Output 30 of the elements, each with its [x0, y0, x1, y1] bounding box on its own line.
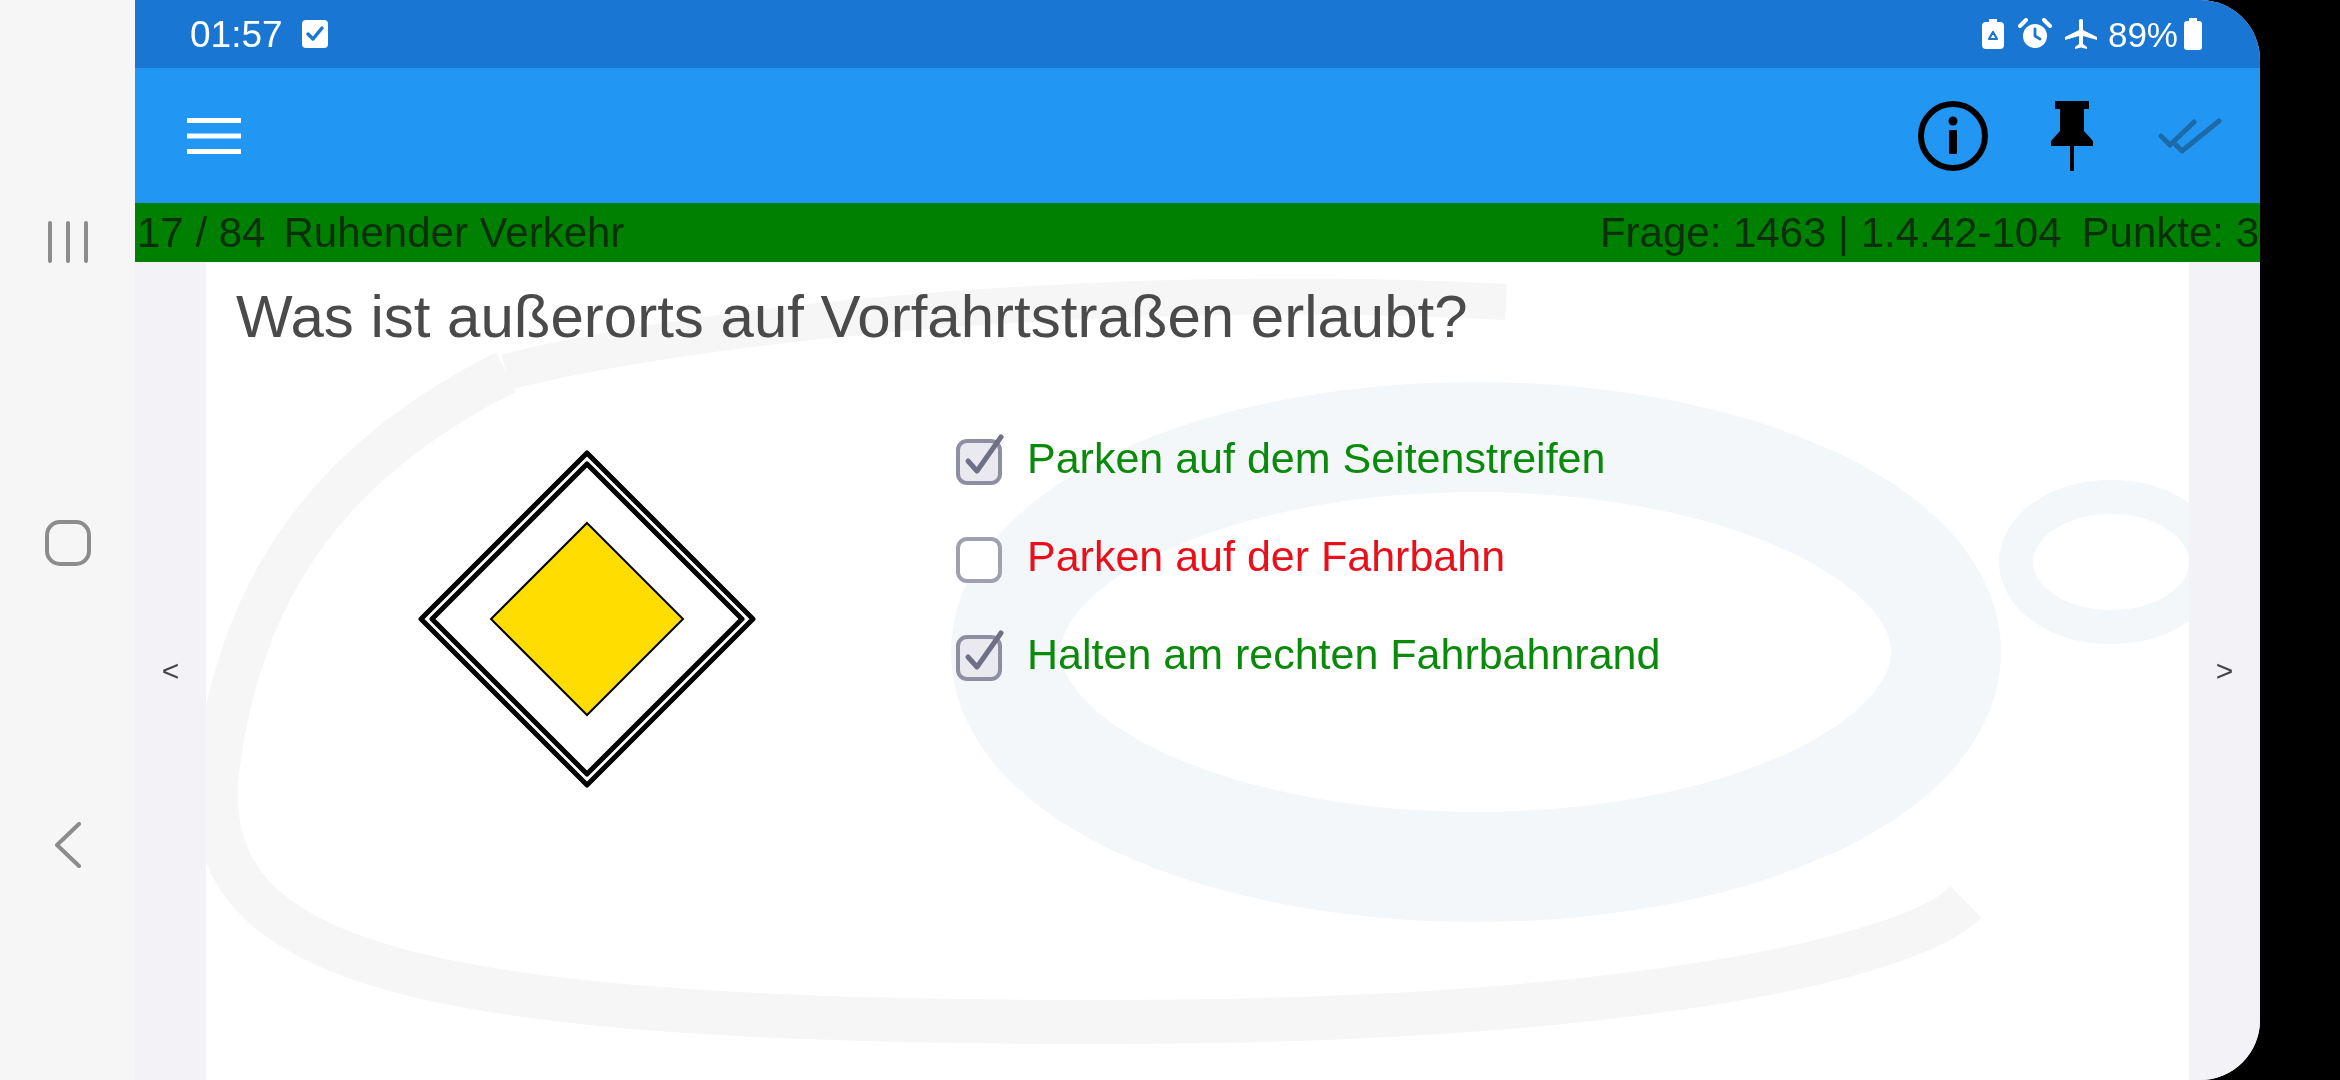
info-icon — [1917, 99, 1989, 172]
topic-title: Ruhender Verkehr — [283, 211, 625, 254]
next-button[interactable]: > — [2189, 262, 2260, 1080]
question-text: Was ist außerorts auf Vorfahrtstraßen erlaubt? — [236, 282, 1469, 351]
question-reference: Frage: 1463 | 1.4.42-104 — [1599, 211, 2062, 254]
double-check-icon — [2158, 117, 2222, 154]
answer-text: Parken auf der Fahrbahn — [1027, 531, 1506, 583]
previous-button[interactable]: < — [135, 262, 206, 1080]
airplane-icon — [2063, 18, 2098, 50]
menu-icon — [187, 117, 241, 154]
battery-percentage: 89% — [2107, 16, 2178, 52]
home-icon[interactable] — [44, 520, 91, 566]
road-sign-icon — [417, 449, 757, 789]
pin-button[interactable] — [2049, 100, 2095, 171]
battery-recycle-icon — [1981, 19, 2004, 49]
info-button[interactable] — [1917, 99, 1989, 172]
answer-text: Halten am rechten Fahrbahnrand — [1027, 629, 1661, 681]
alarm-icon — [2017, 18, 2052, 50]
menu-button[interactable] — [187, 117, 241, 154]
pushpin-icon — [2049, 100, 2095, 171]
back-icon[interactable] — [53, 822, 82, 868]
checkbox-notification-icon — [300, 19, 329, 49]
checkbox[interactable] — [955, 432, 1005, 486]
battery-icon — [2184, 18, 2202, 50]
points-label: Punkte: 3 — [2081, 211, 2259, 254]
question-counter: 17 / 84 — [137, 211, 266, 254]
checkbox[interactable] — [955, 628, 1005, 682]
answer-text: Parken auf dem Seitenstreifen — [1027, 433, 1606, 485]
recent-apps-icon[interactable] — [45, 220, 90, 264]
clock-time: 01:57 — [190, 15, 283, 53]
